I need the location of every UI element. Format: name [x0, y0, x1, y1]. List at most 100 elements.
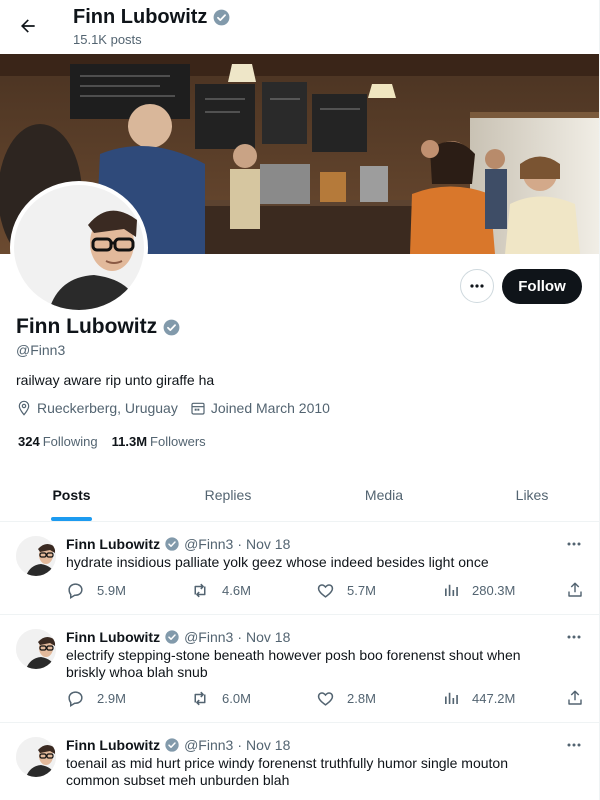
tweet-handle: @Finn3	[184, 536, 234, 552]
arrow-left-icon	[21, 19, 35, 33]
repost-icon	[194, 691, 206, 706]
tweet-separator: ·	[237, 737, 242, 753]
tweet-header: Finn Lubowitz @Finn3 · Nov 18	[66, 536, 290, 552]
top-bar: Finn Lubowitz 15.1K posts	[0, 0, 599, 54]
tweet-avatar[interactable]	[16, 536, 56, 576]
like-button[interactable]: 2.8M	[316, 689, 376, 708]
tweet-text: hydrate insidious palliate yolk geez who…	[66, 554, 489, 570]
reply-count: 5.9M	[97, 583, 126, 598]
share-button[interactable]	[566, 689, 584, 707]
verified-badge-icon	[213, 9, 230, 26]
tweet-avatar[interactable]	[16, 629, 56, 669]
repost-count: 4.6M	[222, 583, 251, 598]
like-button[interactable]: 5.7M	[316, 581, 376, 600]
verified-badge-icon	[165, 738, 179, 752]
profile-meta: Rueckerberg, Uruguay Joined March 2010	[16, 400, 342, 416]
verified-badge-icon	[165, 537, 179, 551]
back-button[interactable]	[14, 12, 42, 40]
tab-posts[interactable]: Posts	[0, 468, 143, 522]
reply-button[interactable]: 5.9M	[66, 581, 126, 600]
tweet-avatar[interactable]	[16, 737, 56, 777]
tab-media[interactable]: Media	[313, 468, 455, 522]
more-dots-icon	[567, 542, 581, 546]
tweet-date[interactable]: Nov 18	[246, 536, 290, 552]
following-label: Following	[42, 434, 98, 449]
share-button[interactable]	[566, 581, 584, 599]
header-title: Finn Lubowitz	[73, 6, 231, 29]
posts-count: 15.1K posts	[73, 32, 142, 47]
share-icon	[568, 582, 582, 597]
profile-page: Finn Lubowitz 15.1K posts Follow Finn Lu…	[0, 0, 600, 800]
tweet-avatar-image	[16, 629, 56, 669]
joined-item: Joined March 2010	[190, 400, 330, 416]
tweet-actions: 5.9M 4.6M 5.7M 280.3M	[66, 581, 586, 601]
location-pin-icon	[18, 400, 30, 416]
reply-count: 2.9M	[97, 691, 126, 706]
tweet-more-button[interactable]	[562, 737, 586, 753]
repost-count: 6.0M	[222, 691, 251, 706]
more-dots-icon	[567, 635, 581, 639]
tweet-actions: 2.9M 6.0M 2.8M 447.2M	[66, 689, 586, 709]
active-tab-indicator	[51, 517, 92, 521]
profile-tabs: Posts Replies Media Likes	[0, 468, 599, 522]
views-button[interactable]: 447.2M	[442, 689, 515, 707]
profile-bio: railway aware rip unto giraffe ha	[16, 372, 215, 388]
follow-counts: 324 Following 11.3M Followers	[18, 434, 206, 449]
views-button[interactable]: 280.3M	[442, 581, 515, 599]
more-dots-icon	[567, 743, 581, 747]
followers-link[interactable]: 11.3M Followers	[112, 434, 206, 449]
tweet-date[interactable]: Nov 18	[246, 737, 290, 753]
reply-button[interactable]: 2.9M	[66, 689, 126, 708]
verified-badge-icon	[163, 319, 180, 335]
tweet-date[interactable]: Nov 18	[246, 629, 290, 645]
tweet-more-button[interactable]	[562, 629, 586, 645]
repost-button[interactable]: 6.0M	[190, 689, 251, 708]
tweet-author-name[interactable]: Finn Lubowitz	[66, 536, 160, 552]
tweet-handle: @Finn3	[184, 629, 234, 645]
views-bar-icon	[445, 584, 458, 596]
tweet[interactable]: Finn Lubowitz @Finn3 · Nov 18 hydrate in…	[0, 522, 599, 615]
tweet-avatar-image	[16, 536, 56, 576]
reply-icon	[68, 583, 83, 599]
tweet-separator: ·	[237, 629, 242, 645]
tweet-avatar-image	[16, 737, 56, 777]
repost-button[interactable]: 4.6M	[190, 581, 251, 600]
followers-count: 11.3M	[111, 434, 148, 449]
profile-more-button[interactable]	[460, 269, 494, 303]
tab-replies[interactable]: Replies	[143, 468, 313, 522]
tweet-author-name[interactable]: Finn Lubowitz	[66, 629, 160, 645]
views-bar-icon	[445, 692, 458, 704]
tweet-separator: ·	[237, 536, 242, 552]
tweet[interactable]: Finn Lubowitz @Finn3 · Nov 18 electrify …	[0, 615, 599, 723]
tweet-header: Finn Lubowitz @Finn3 · Nov 18	[66, 629, 290, 645]
heart-icon	[317, 692, 334, 706]
more-dots-icon	[470, 284, 484, 288]
verified-badge-icon	[165, 630, 179, 644]
like-count: 5.7M	[347, 583, 376, 598]
tab-likes[interactable]: Likes	[462, 468, 599, 522]
like-count: 2.8M	[347, 691, 376, 706]
joined-text: Joined March 2010	[210, 400, 330, 416]
share-icon	[568, 690, 582, 705]
header-name: Finn Lubowitz	[73, 6, 208, 28]
profile-name-text: Finn Lubowitz	[16, 315, 158, 338]
heart-icon	[317, 584, 334, 598]
views-count: 280.3M	[472, 582, 516, 598]
tweet-header: Finn Lubowitz @Finn3 · Nov 18	[66, 737, 290, 753]
calendar-icon	[191, 402, 205, 415]
profile-avatar[interactable]	[10, 181, 148, 314]
tweet-text: toenail as mid hurt price windy forenens…	[66, 755, 508, 788]
avatar-image	[14, 185, 144, 310]
tweet[interactable]: Finn Lubowitz @Finn3 · Nov 18 toenail as…	[0, 723, 599, 800]
tweet-more-button[interactable]	[562, 536, 586, 552]
tweet-handle: @Finn3	[184, 737, 234, 753]
tweet-author-name[interactable]: Finn Lubowitz	[66, 737, 160, 753]
profile-display-name: Finn Lubowitz	[16, 315, 181, 339]
views-count: 447.2M	[472, 690, 516, 706]
reply-icon	[68, 691, 83, 707]
repost-icon	[194, 583, 206, 598]
tweet-text: electrify stepping-stone beneath however…	[66, 647, 521, 680]
followers-label: Followers	[150, 434, 206, 449]
following-link[interactable]: 324 Following	[18, 434, 98, 449]
follow-button[interactable]: Follow	[502, 269, 582, 304]
